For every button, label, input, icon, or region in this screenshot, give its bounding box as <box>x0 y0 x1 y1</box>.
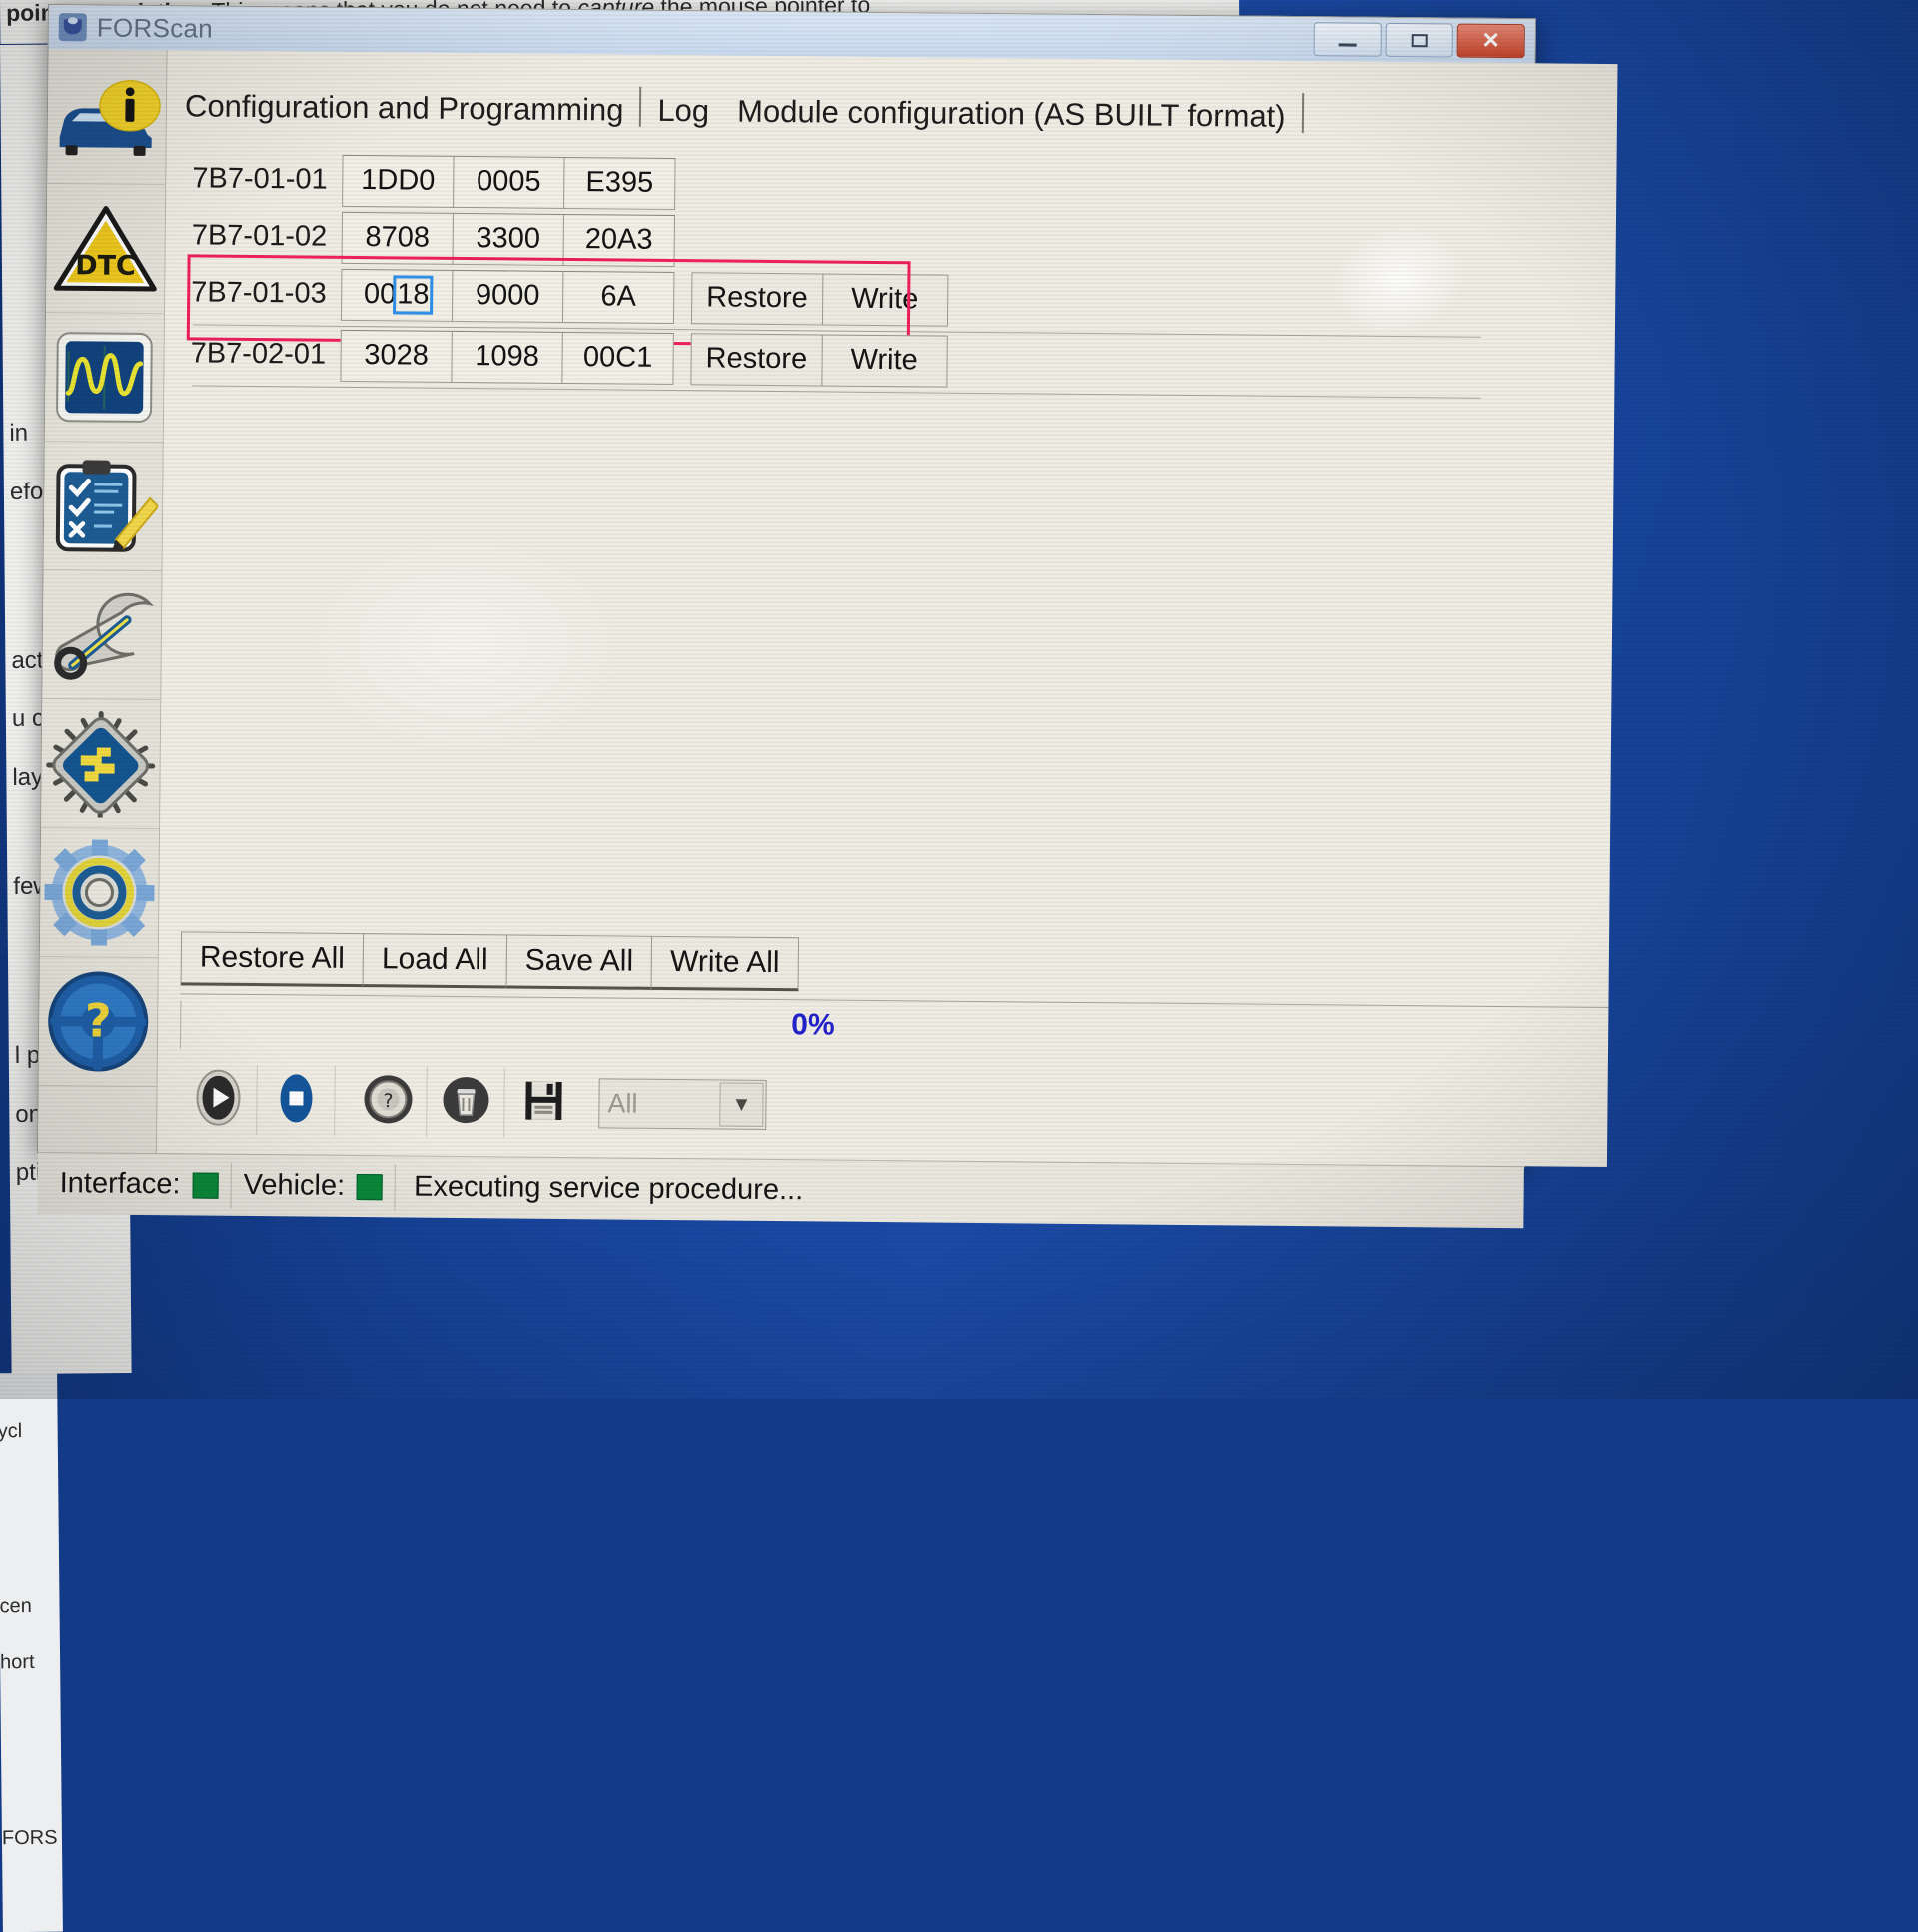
asbuilt-row-actions: Restore Write <box>691 272 947 326</box>
write-all-button[interactable]: Write All <box>651 936 799 991</box>
svg-text:?: ? <box>85 993 112 1047</box>
tab-separator <box>1301 93 1303 133</box>
asbuilt-value-field[interactable]: 1DD0 <box>342 154 454 207</box>
vehicle-label: Vehicle: <box>243 1169 345 1203</box>
sidebar-icon-rail: DTC <box>38 49 168 1153</box>
restore-row-button[interactable]: Restore <box>690 333 822 386</box>
vehicle-status: Vehicle: <box>231 1162 396 1210</box>
filter-combo-value: All <box>607 1088 637 1119</box>
progress-bar: 0% <box>180 993 1609 1069</box>
maximize-icon <box>1412 34 1428 47</box>
background-document-left: ycl cen hort FORS <box>0 1373 63 1932</box>
oscilloscope-icon <box>54 329 155 426</box>
asbuilt-row-id: 7B7-02-01 <box>182 337 340 372</box>
stop-button[interactable] <box>257 1065 336 1136</box>
asbuilt-value-field[interactable]: 20A3 <box>563 213 675 266</box>
tab-module-configuration[interactable]: Module configuration (AS BUILT format) <box>723 93 1300 135</box>
asbuilt-row-id: 7B7-01-02 <box>184 219 342 254</box>
status-message: Executing service procedure... <box>396 1170 803 1207</box>
progress-percent-label: 0% <box>791 1008 835 1042</box>
save-button[interactable] <box>504 1067 583 1138</box>
svg-text:DTC: DTC <box>75 250 136 282</box>
tab-log[interactable]: Log <box>643 93 723 130</box>
restore-row-button[interactable]: Restore <box>691 272 823 325</box>
floppy-disk-icon <box>512 1069 575 1137</box>
chevron-down-icon[interactable]: ▼ <box>719 1083 763 1127</box>
clipboard-checklist-pencil-icon <box>48 456 159 556</box>
progress-track <box>180 1000 1039 1056</box>
chip-icon <box>44 709 157 818</box>
sidebar-item-tests[interactable] <box>44 442 163 571</box>
asbuilt-value-field[interactable]: 9000 <box>452 269 563 322</box>
wrench-icon <box>42 585 161 684</box>
write-row-button[interactable]: Write <box>822 273 948 326</box>
asbuilt-value-field[interactable]: 00C1 <box>561 331 673 384</box>
table-row-highlighted: 7B7-01-03 0018 9000 6A Restore Write <box>183 264 1511 334</box>
asbuilt-table: 7B7-01-01 1DD0 0005 E395 7B7-01-02 8708 … <box>182 150 1512 399</box>
bg-left-line: cen <box>0 1578 60 1635</box>
sidebar-item-configuration-programming[interactable] <box>41 699 160 829</box>
bg-left-line: hort <box>0 1634 60 1691</box>
asbuilt-value-field[interactable]: 6A <box>562 270 674 323</box>
interface-status-led <box>192 1172 218 1198</box>
play-button[interactable] <box>179 1064 258 1135</box>
asbuilt-value-field[interactable]: E395 <box>563 156 675 209</box>
load-all-button[interactable]: Load All <box>363 933 507 988</box>
play-icon <box>187 1066 250 1134</box>
question-wheel-icon: ? <box>357 1068 420 1136</box>
asbuilt-value-field[interactable]: 3300 <box>453 212 564 265</box>
sidebar-item-settings[interactable] <box>40 828 159 958</box>
asbuilt-value-prefix: 00 <box>364 278 397 311</box>
dtc-warning-triangle-icon: DTC <box>50 202 161 295</box>
close-icon: ✕ <box>1481 30 1500 52</box>
restore-all-button[interactable]: Restore All <box>181 931 365 987</box>
sidebar-item-help[interactable]: ? <box>39 957 158 1087</box>
clear-button[interactable] <box>427 1067 505 1138</box>
asbuilt-row-id: 7B7-01-01 <box>184 162 342 197</box>
asbuilt-row-id: 7B7-01-03 <box>183 276 341 311</box>
forscan-logo-icon <box>59 13 87 41</box>
interface-label: Interface: <box>60 1167 181 1201</box>
asbuilt-value-field[interactable]: 0005 <box>453 155 564 208</box>
window-title: FORScan <box>97 12 214 44</box>
maximize-button[interactable] <box>1386 23 1453 58</box>
write-row-button[interactable]: Write <box>821 334 947 387</box>
sidebar-item-vehicle-info[interactable] <box>47 55 166 185</box>
asbuilt-value-field[interactable]: 1098 <box>451 330 562 383</box>
minimize-icon <box>1339 43 1357 46</box>
tab-strip: Configuration and Programming Log Module… <box>167 50 1618 148</box>
sidebar-item-service-procedures[interactable] <box>42 570 161 700</box>
window-controls: ✕ <box>1314 22 1529 58</box>
minimize-button[interactable] <box>1314 22 1382 57</box>
bg-left-line: FORS <box>2 1810 63 1867</box>
asbuilt-value-field-editing[interactable]: 0018 <box>341 268 453 321</box>
svg-text:?: ? <box>383 1090 393 1112</box>
asbuilt-row-actions: Restore Write <box>690 333 946 387</box>
asbuilt-value-field[interactable]: 3028 <box>340 329 452 382</box>
empty-area <box>159 386 1614 945</box>
stop-icon <box>265 1067 328 1135</box>
vehicle-status-led <box>357 1174 383 1200</box>
bg-left-line: ycl <box>0 1403 58 1459</box>
asbuilt-value-selection: 18 <box>396 278 431 311</box>
steering-wheel-question-icon: ? <box>42 968 155 1075</box>
content-pane: Configuration and Programming Log Module… <box>157 50 1618 1167</box>
sidebar-item-dtc-codes[interactable]: DTC <box>46 184 165 314</box>
forscan-main-window: FORScan ✕ <box>37 4 1536 1167</box>
bottom-toolbar: ? <box>179 1059 1608 1153</box>
filter-combo[interactable]: All ▼ <box>598 1078 766 1130</box>
table-row: 7B7-02-01 3028 1098 00C1 Restore Write <box>182 325 1510 395</box>
asbuilt-value-field[interactable]: 8708 <box>342 211 454 264</box>
gear-icon <box>44 839 155 946</box>
car-info-icon <box>47 77 166 162</box>
save-all-button[interactable]: Save All <box>505 934 652 989</box>
interface-status: Interface: <box>47 1161 231 1209</box>
pause-unknown-button[interactable]: ? <box>349 1066 428 1137</box>
trash-icon <box>435 1068 497 1136</box>
tab-configuration-and-programming[interactable]: Configuration and Programming <box>181 88 638 128</box>
tab-separator <box>639 87 641 127</box>
close-button[interactable]: ✕ <box>1457 24 1525 59</box>
sidebar-item-oscilloscope[interactable] <box>45 313 164 443</box>
